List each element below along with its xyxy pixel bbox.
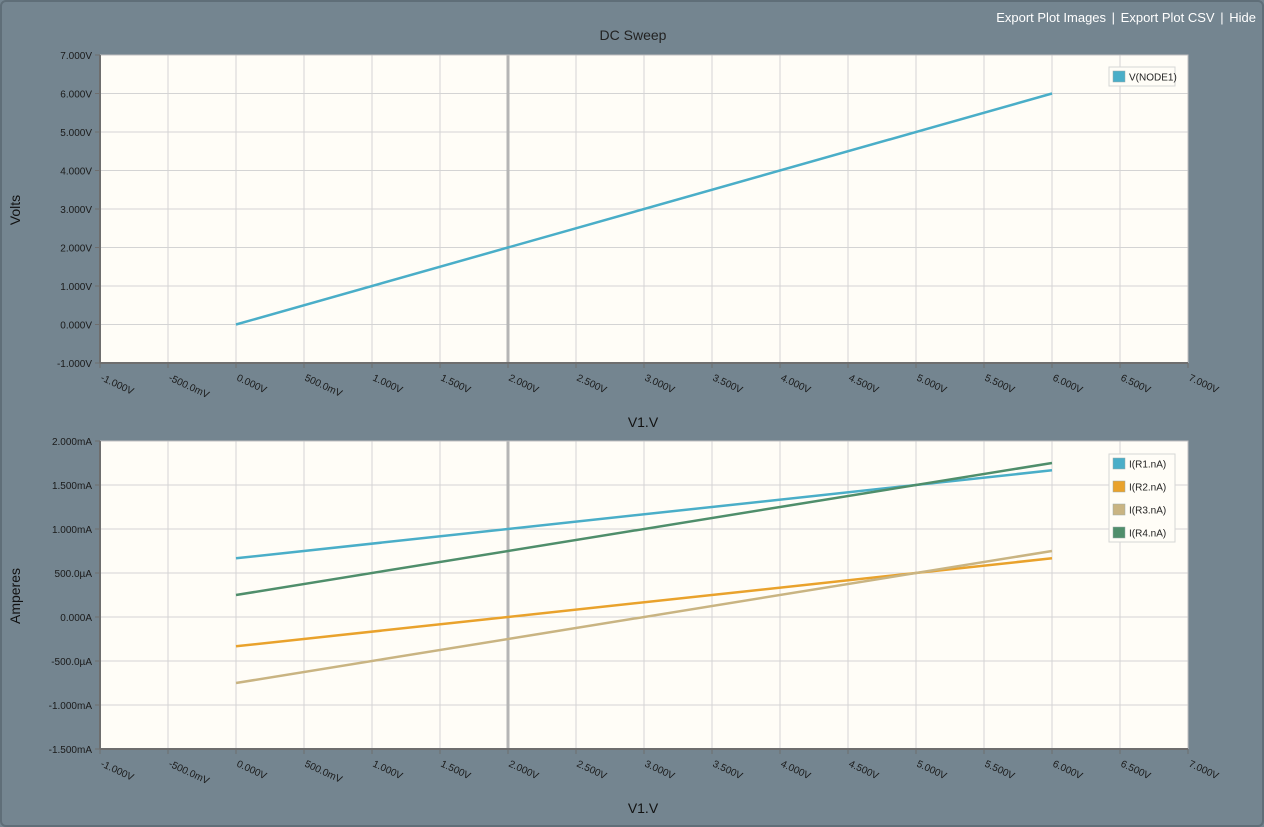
- x-axis-title: V1.V: [628, 800, 659, 816]
- x-tick-label: 2.000V: [507, 759, 541, 783]
- x-tick-label: 4.000V: [779, 759, 813, 783]
- x-tick-label: 6.000V: [1051, 373, 1085, 397]
- x-tick-label: 4.500V: [847, 759, 881, 783]
- x-tick-label: -500.0mV: [167, 373, 211, 401]
- y-tick-label: 2.000V: [60, 244, 92, 255]
- voltage-chart: DC Sweep Volts V1.V -1.000V 0.000V 1.000V 2…: [7, 27, 1220, 430]
- legend-label[interactable]: V(NODE1): [1129, 73, 1177, 84]
- x-tick-label: 3.000V: [643, 373, 677, 397]
- y-tick-label: 500.0µA: [55, 569, 93, 580]
- x-tick-label: -500.0mV: [167, 759, 211, 787]
- y-tick-label: -1.000mA: [49, 701, 93, 712]
- y-tick-label: -500.0µA: [51, 657, 92, 668]
- y-tick-label: 1.500mA: [52, 481, 92, 492]
- legend-swatch[interactable]: [1112, 70, 1126, 83]
- y-tick-label: 6.000V: [60, 90, 92, 101]
- current-chart: Amperes V1.V -1.500mA -1.000mA -500.0µA 0.0…: [7, 437, 1220, 816]
- y-tick-label: 1.000mA: [52, 525, 92, 536]
- x-tick-label: -1.000V: [99, 759, 136, 784]
- x-tick-label: 2.500V: [575, 759, 609, 783]
- x-tick-label: 3.500V: [711, 373, 745, 397]
- x-tick-label: 2.500V: [575, 373, 609, 397]
- x-tick-label: 500.0mV: [303, 373, 344, 400]
- legend-label[interactable]: I(R2.nA): [1129, 483, 1166, 494]
- x-axis-title: V1.V: [628, 414, 659, 430]
- y-tick-label: -1.000V: [57, 359, 92, 370]
- legend-swatch[interactable]: [1112, 503, 1126, 516]
- x-tick-label: -1.000V: [99, 373, 136, 398]
- plot-panel: Export Plot Images | Export Plot CSV | H…: [0, 0, 1264, 827]
- x-tick-label: 5.000V: [915, 759, 949, 783]
- x-tick-label: 6.000V: [1051, 759, 1085, 783]
- y-tick-label: 3.000V: [60, 205, 92, 216]
- dc-sweep-charts: DC Sweep Volts V1.V -1.000V 0.000V 1.000V 2…: [7, 27, 1220, 816]
- legend-label[interactable]: I(R3.nA): [1129, 506, 1166, 517]
- chart-title: DC Sweep: [600, 27, 667, 43]
- legend-swatch[interactable]: [1112, 457, 1126, 470]
- x-tick-label: 2.000V: [507, 373, 541, 397]
- x-tick-label: 1.500V: [439, 373, 473, 397]
- x-tick-label: 6.500V: [1119, 373, 1153, 397]
- x-tick-label: 4.500V: [847, 373, 881, 397]
- y-tick-label: 5.000V: [60, 128, 92, 139]
- x-tick-label: 3.500V: [711, 759, 745, 783]
- x-tick-label: 7.000V: [1187, 373, 1221, 397]
- x-tick-label: 7.000V: [1187, 759, 1221, 783]
- y-tick-label: 7.000V: [60, 51, 92, 62]
- x-tick-label: 1.000V: [371, 759, 405, 783]
- y-tick-label: -1.500mA: [49, 745, 93, 756]
- y-tick-label: 2.000mA: [52, 437, 92, 448]
- x-tick-label: 6.500V: [1119, 759, 1153, 783]
- x-tick-label: 1.000V: [371, 373, 405, 397]
- x-tick-label: 1.500V: [439, 759, 473, 783]
- y-axis-title: Amperes: [7, 568, 23, 624]
- legend-swatch[interactable]: [1112, 480, 1126, 493]
- x-tick-label: 500.0mV: [303, 759, 344, 786]
- y-axis-title: Volts: [7, 195, 23, 225]
- x-tick-label: 3.000V: [643, 759, 677, 783]
- x-tick-label: 5.500V: [983, 759, 1017, 783]
- y-tick-label: 0.000V: [60, 321, 92, 332]
- legend-label[interactable]: I(R1.nA): [1129, 460, 1166, 471]
- legend-label[interactable]: I(R4.nA): [1129, 529, 1166, 540]
- x-tick-label: 0.000V: [235, 759, 269, 783]
- y-tick-label: 4.000V: [60, 167, 92, 178]
- y-tick-label: 1.000V: [60, 282, 92, 293]
- y-tick-label: 0.000A: [60, 613, 92, 624]
- x-tick-label: 0.000V: [235, 373, 269, 397]
- x-tick-label: 5.000V: [915, 373, 949, 397]
- x-tick-label: 4.000V: [779, 373, 813, 397]
- x-tick-label: 5.500V: [983, 373, 1017, 397]
- legend-swatch[interactable]: [1112, 526, 1126, 539]
